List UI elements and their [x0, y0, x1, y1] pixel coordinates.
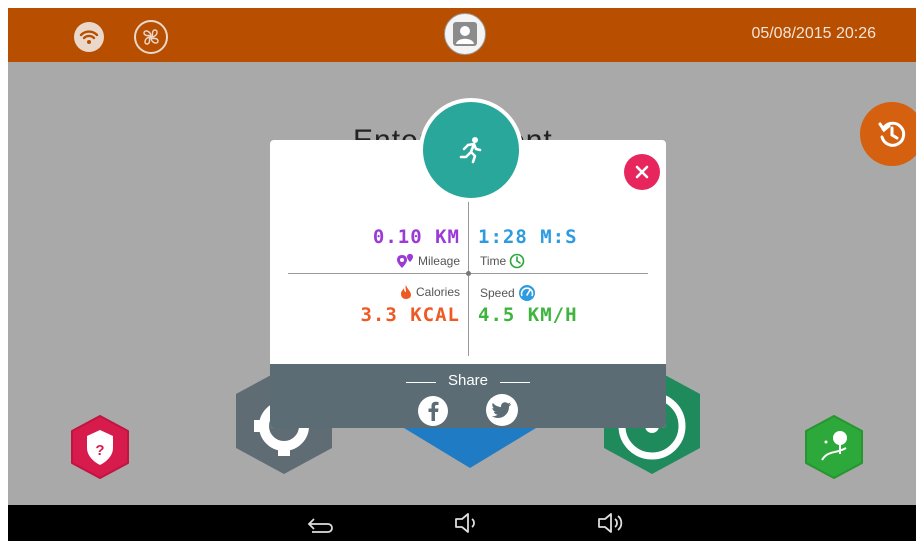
twitter-icon[interactable] [486, 394, 518, 426]
mileage-value: 0.10 KM [372, 226, 460, 248]
history-icon[interactable] [860, 102, 916, 166]
speed-label-row: Speed [480, 284, 536, 302]
svg-text:?: ? [95, 442, 104, 459]
app-screen: 05/08/2015 20:26 Entertainment ? [8, 8, 916, 541]
speed-value: 4.5 KM/H [478, 304, 578, 326]
back-icon[interactable] [306, 515, 336, 533]
volume-up-icon[interactable] [597, 512, 627, 534]
close-icon [635, 165, 649, 179]
volume-down-icon[interactable] [454, 512, 480, 534]
running-badge [419, 98, 523, 202]
clock-icon [509, 253, 525, 269]
mileage-label: Mileage [417, 254, 460, 268]
vertical-divider [468, 196, 469, 356]
close-button[interactable] [624, 154, 660, 190]
share-line-right [500, 382, 530, 383]
time-value: 1:28 M:S [478, 226, 578, 248]
calories-label: Calories [415, 285, 460, 299]
share-panel: Share [270, 364, 666, 428]
system-nav-bar [8, 505, 916, 541]
mileage-label-row: Mileage [395, 253, 460, 269]
calories-label-row: Calories [399, 284, 460, 300]
help-shield-icon[interactable]: ? [68, 414, 132, 480]
time-label-row: Time [480, 253, 525, 269]
user-avatar-icon[interactable] [444, 13, 486, 55]
location-pins-icon [396, 254, 413, 268]
speed-label: Speed [480, 286, 515, 300]
running-man-icon [459, 137, 482, 164]
wifi-icon[interactable] [74, 22, 104, 52]
flame-icon [400, 285, 411, 299]
status-datetime: 05/08/2015 20:26 [751, 25, 876, 42]
calories-value: 3.3 KCAL [360, 304, 460, 326]
landscape-icon[interactable] [802, 414, 866, 480]
top-bar: 05/08/2015 20:26 [8, 8, 916, 62]
center-dot [466, 271, 471, 276]
share-title: Share [447, 372, 489, 389]
facebook-icon[interactable] [418, 396, 448, 426]
fan-icon[interactable] [134, 20, 168, 54]
time-label: Time [480, 254, 507, 268]
speedometer-icon [518, 285, 535, 301]
